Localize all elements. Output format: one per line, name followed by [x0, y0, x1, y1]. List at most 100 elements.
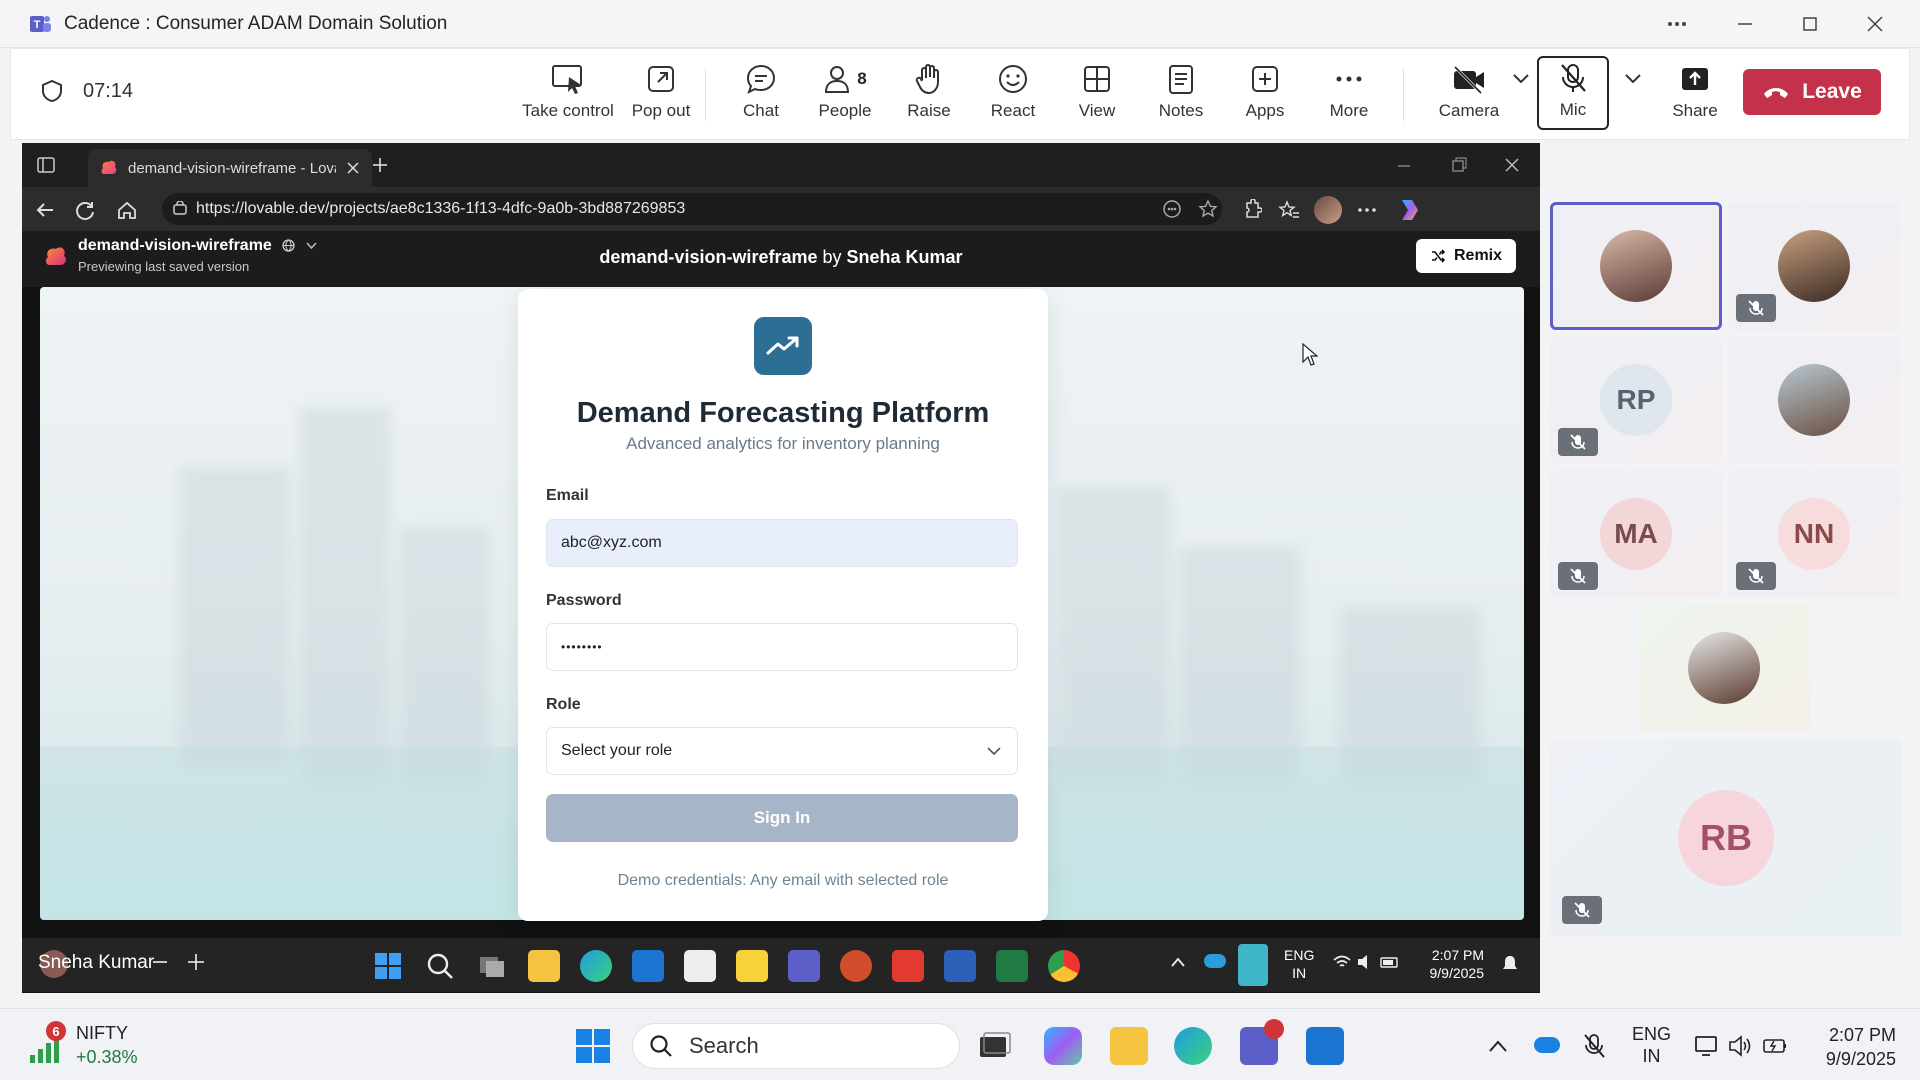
ellipsis-icon — [1307, 59, 1391, 99]
minimize-button[interactable] — [1730, 10, 1760, 38]
minimize-share-icon[interactable] — [150, 952, 170, 972]
close-button[interactable] — [1860, 10, 1890, 38]
wifi-icon[interactable] — [1332, 954, 1352, 970]
mic-active-icon[interactable] — [1238, 944, 1268, 986]
powerpoint-icon[interactable] — [840, 950, 872, 982]
file-explorer-icon[interactable] — [528, 950, 560, 982]
new-tab-icon[interactable] — [370, 155, 390, 175]
onedrive-icon[interactable] — [1534, 1037, 1560, 1053]
site-info-icon[interactable] — [172, 201, 188, 217]
file-explorer-icon[interactable] — [1110, 1027, 1148, 1065]
browser-restore-icon[interactable] — [1448, 155, 1468, 175]
mic-button[interactable]: Mic — [1537, 56, 1609, 130]
trending-up-icon — [754, 317, 812, 375]
store-icon[interactable] — [684, 950, 716, 982]
chevron-up-icon[interactable] — [1488, 1039, 1508, 1053]
favorites-icon[interactable] — [1278, 199, 1300, 221]
people-label: People — [818, 101, 872, 120]
participant-tile[interactable] — [1638, 604, 1810, 732]
word-icon[interactable] — [944, 950, 976, 982]
camera-options-button[interactable] — [1507, 59, 1535, 135]
participant-tile[interactable] — [1728, 202, 1900, 330]
participant-tile[interactable]: NN — [1728, 470, 1900, 598]
participant-tile[interactable]: RP — [1550, 336, 1722, 464]
maximize-button[interactable] — [1795, 10, 1825, 38]
copilot-icon[interactable] — [1396, 196, 1424, 224]
apps-button[interactable]: Apps — [1223, 59, 1307, 135]
pdf-icon[interactable] — [892, 950, 924, 982]
email-field[interactable]: abc@xyz.com — [546, 519, 1018, 567]
chrome-icon[interactable] — [1048, 950, 1080, 982]
search-icon[interactable] — [424, 950, 456, 982]
pop-out-button[interactable]: Pop out — [619, 59, 703, 135]
notes-button[interactable]: Notes — [1139, 59, 1223, 135]
home-icon[interactable] — [116, 199, 138, 221]
view-button[interactable]: View — [1055, 59, 1139, 135]
teams-icon[interactable] — [788, 950, 820, 982]
windows-start-icon[interactable] — [574, 1027, 612, 1065]
outlook-icon[interactable] — [1306, 1027, 1344, 1065]
preview-title-project: demand-vision-wireframe — [599, 247, 818, 267]
edge-icon[interactable] — [1174, 1027, 1212, 1065]
language-indicator[interactable]: ENG IN — [1632, 1023, 1671, 1067]
blurred-building — [300, 407, 390, 787]
take-control-button[interactable]: Take control — [515, 59, 621, 135]
volume-icon[interactable] — [1728, 1035, 1752, 1057]
start-menu-icon[interactable] — [372, 950, 404, 982]
favorite-star-icon[interactable] — [1198, 199, 1218, 219]
battery-icon[interactable] — [1762, 1035, 1788, 1057]
more-label: More — [1329, 101, 1369, 120]
participant-tile[interactable] — [1728, 336, 1900, 464]
display-icon[interactable] — [1694, 1035, 1718, 1057]
more-button[interactable]: More — [1307, 59, 1391, 135]
inner-clock[interactable]: 2:07 PM 9/9/2025 — [1414, 946, 1485, 982]
close-tab-icon[interactable] — [346, 161, 360, 175]
participant-tile[interactable]: RB — [1550, 740, 1902, 936]
sidebar-toggle-icon[interactable] — [36, 155, 56, 175]
back-icon[interactable] — [34, 199, 56, 221]
onedrive-icon[interactable] — [1204, 954, 1226, 968]
taskbar-search[interactable]: Search — [632, 1023, 960, 1069]
address-bar[interactable]: https://lovable.dev/projects/ae8c1336-1f… — [162, 193, 1222, 225]
task-view-icon[interactable] — [476, 950, 508, 982]
camera-label: Camera — [1438, 101, 1500, 120]
volume-icon[interactable] — [1356, 954, 1376, 970]
extensions-icon[interactable] — [1240, 199, 1262, 221]
expand-share-icon[interactable] — [186, 952, 206, 972]
browser-menu-icon[interactable] — [1356, 199, 1378, 221]
browser-minimize-icon[interactable] — [1394, 155, 1414, 175]
react-button[interactable]: React — [971, 59, 1055, 135]
browser-tab[interactable]: demand-vision-wireframe - Lovab — [88, 149, 372, 187]
m365-icon[interactable] — [1044, 1027, 1082, 1065]
edge-icon[interactable] — [580, 950, 612, 982]
language-indicator[interactable]: ENG IN — [1284, 946, 1314, 982]
excel-icon[interactable] — [996, 950, 1028, 982]
chat-button[interactable]: Chat — [719, 59, 803, 135]
task-view-icon[interactable] — [976, 1027, 1014, 1065]
refresh-icon[interactable] — [74, 199, 96, 221]
share-button[interactable]: Share — [1653, 59, 1737, 135]
raise-hand-button[interactable]: Raise — [887, 59, 971, 135]
battery-icon[interactable] — [1380, 954, 1400, 970]
more-options-icon[interactable] — [1662, 10, 1692, 38]
profile-avatar[interactable] — [1314, 196, 1342, 224]
remix-button[interactable]: Remix — [1416, 239, 1516, 273]
participant-tile[interactable] — [1550, 202, 1722, 330]
role-select[interactable]: Select your role — [546, 727, 1018, 775]
leave-button[interactable]: Leave — [1743, 69, 1881, 115]
notification-bell-icon[interactable] — [1500, 954, 1520, 974]
reader-icon[interactable] — [1162, 199, 1182, 219]
sign-in-button[interactable]: Sign In — [546, 794, 1018, 842]
preview-title-author: Sneha Kumar — [846, 247, 963, 267]
chevron-up-icon[interactable] — [1170, 956, 1186, 968]
browser-close-icon[interactable] — [1502, 155, 1522, 175]
os-clock[interactable]: 2:07 PM 9/9/2025 — [1800, 1023, 1896, 1071]
sticky-notes-icon[interactable] — [736, 950, 768, 982]
password-field[interactable]: •••••••• — [546, 623, 1018, 671]
participant-tile[interactable]: MA — [1550, 470, 1722, 598]
mic-options-button[interactable] — [1619, 59, 1647, 135]
mic-muted-icon[interactable] — [1582, 1033, 1606, 1059]
outlook-icon[interactable] — [632, 950, 664, 982]
camera-button[interactable]: Camera — [1417, 59, 1521, 135]
people-button[interactable]: 8 People — [803, 59, 887, 135]
